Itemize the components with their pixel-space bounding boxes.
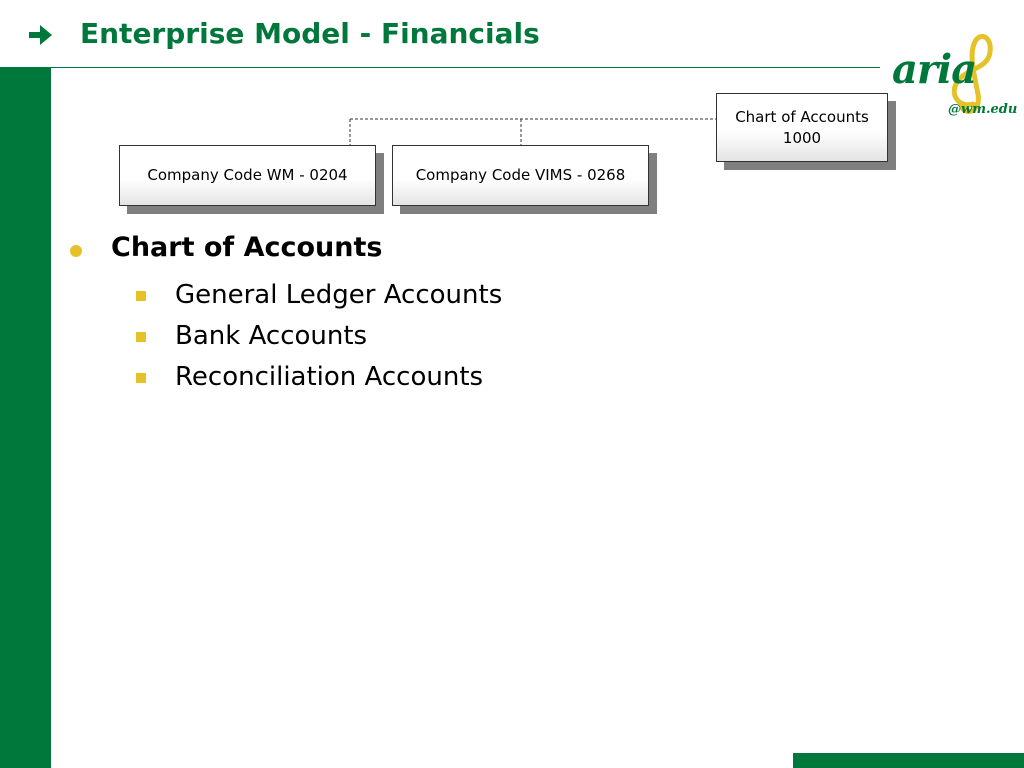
bottom-accent-bar: [793, 753, 1024, 768]
chart-of-accounts-box-number: 1000: [782, 128, 822, 147]
logo-wordmark: aria: [892, 46, 977, 93]
company-code-vims-box: Company Code VIMS - 0268: [392, 145, 649, 206]
square-bullet-icon: [136, 373, 146, 383]
chart-of-accounts-box-title: Chart of Accounts: [735, 107, 869, 126]
bullet-heading: Chart of Accounts: [111, 232, 383, 263]
company-code-vims-label: Company Code VIMS - 0268: [415, 166, 626, 184]
company-code-wm-box: Company Code WM - 0204: [119, 145, 376, 206]
chart-of-accounts-box: Chart of Accounts 1000: [716, 93, 888, 162]
logo-subtext: @wm.edu: [948, 102, 1018, 117]
list-item: Reconciliation Accounts: [175, 362, 484, 392]
slide-title: Enterprise Model - Financials: [80, 17, 540, 50]
left-accent-bar: [0, 68, 51, 768]
list-item: General Ledger Accounts: [175, 280, 503, 310]
right-arrow-icon: [29, 25, 52, 45]
list-item: Bank Accounts: [175, 321, 368, 351]
square-bullet-icon: [136, 332, 146, 342]
bullet-dot-icon: [70, 245, 82, 257]
company-code-wm-label: Company Code WM - 0204: [147, 166, 348, 184]
square-bullet-icon: [136, 291, 146, 301]
title-divider: [0, 67, 880, 68]
